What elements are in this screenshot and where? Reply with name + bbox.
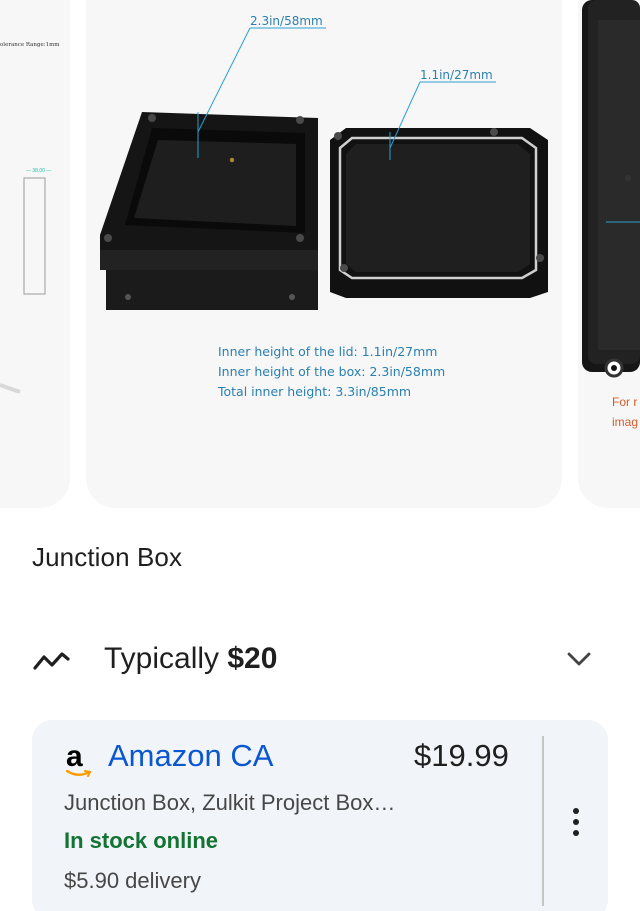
store-name-link[interactable]: Amazon CA — [108, 738, 273, 774]
typical-price-prefix: Typically — [104, 642, 228, 675]
amazon-logo-icon: a — [66, 740, 92, 777]
typical-price-text: Typically $20 — [104, 642, 277, 676]
product-title: Junction Box — [32, 542, 183, 572]
spec-line-total: Total inner height: 3.3in/85mm — [218, 384, 412, 399]
offer-price: $19.99 — [414, 738, 509, 773]
typical-price-row[interactable]: Typically $20 — [0, 630, 640, 690]
note-line-2: imag — [612, 415, 639, 429]
image-carousel[interactable]: olerance Range:1mm — 38.00 — 2.3in/58mm … — [0, 0, 640, 510]
stock-status: In stock online — [64, 828, 219, 853]
box-height-dimension: 2.3in/58mm — [250, 14, 323, 28]
typical-price-value: $20 — [227, 642, 278, 675]
spec-text: Inner height of the lid: 1.1in/27mm Inne… — [218, 342, 445, 402]
more-options-icon[interactable] — [566, 806, 586, 838]
spec-line-lid: Inner height of the lid: 1.1in/27mm — [218, 344, 438, 359]
lid-height-dimension: 1.1in/27mm — [420, 68, 493, 82]
spec-line-box: Inner height of the box: 2.3in/58mm — [218, 364, 446, 379]
next-image-note: For r imag — [612, 392, 638, 432]
amazon-smile-icon — [66, 770, 92, 777]
amazon-logo-letter: a — [66, 740, 83, 773]
note-line-1: For r — [612, 395, 638, 409]
divider — [542, 736, 544, 906]
chevron-down-icon[interactable] — [566, 650, 592, 668]
delivery-cost: $5.90 delivery — [64, 868, 201, 893]
offer-description: Junction Box, Zulkit Project Box… — [64, 790, 396, 815]
junction-box-image — [100, 27, 548, 310]
offer-card[interactable]: a Amazon CA $19.99 Junction Box, Zulkit … — [32, 720, 608, 911]
trend-icon — [33, 652, 70, 670]
